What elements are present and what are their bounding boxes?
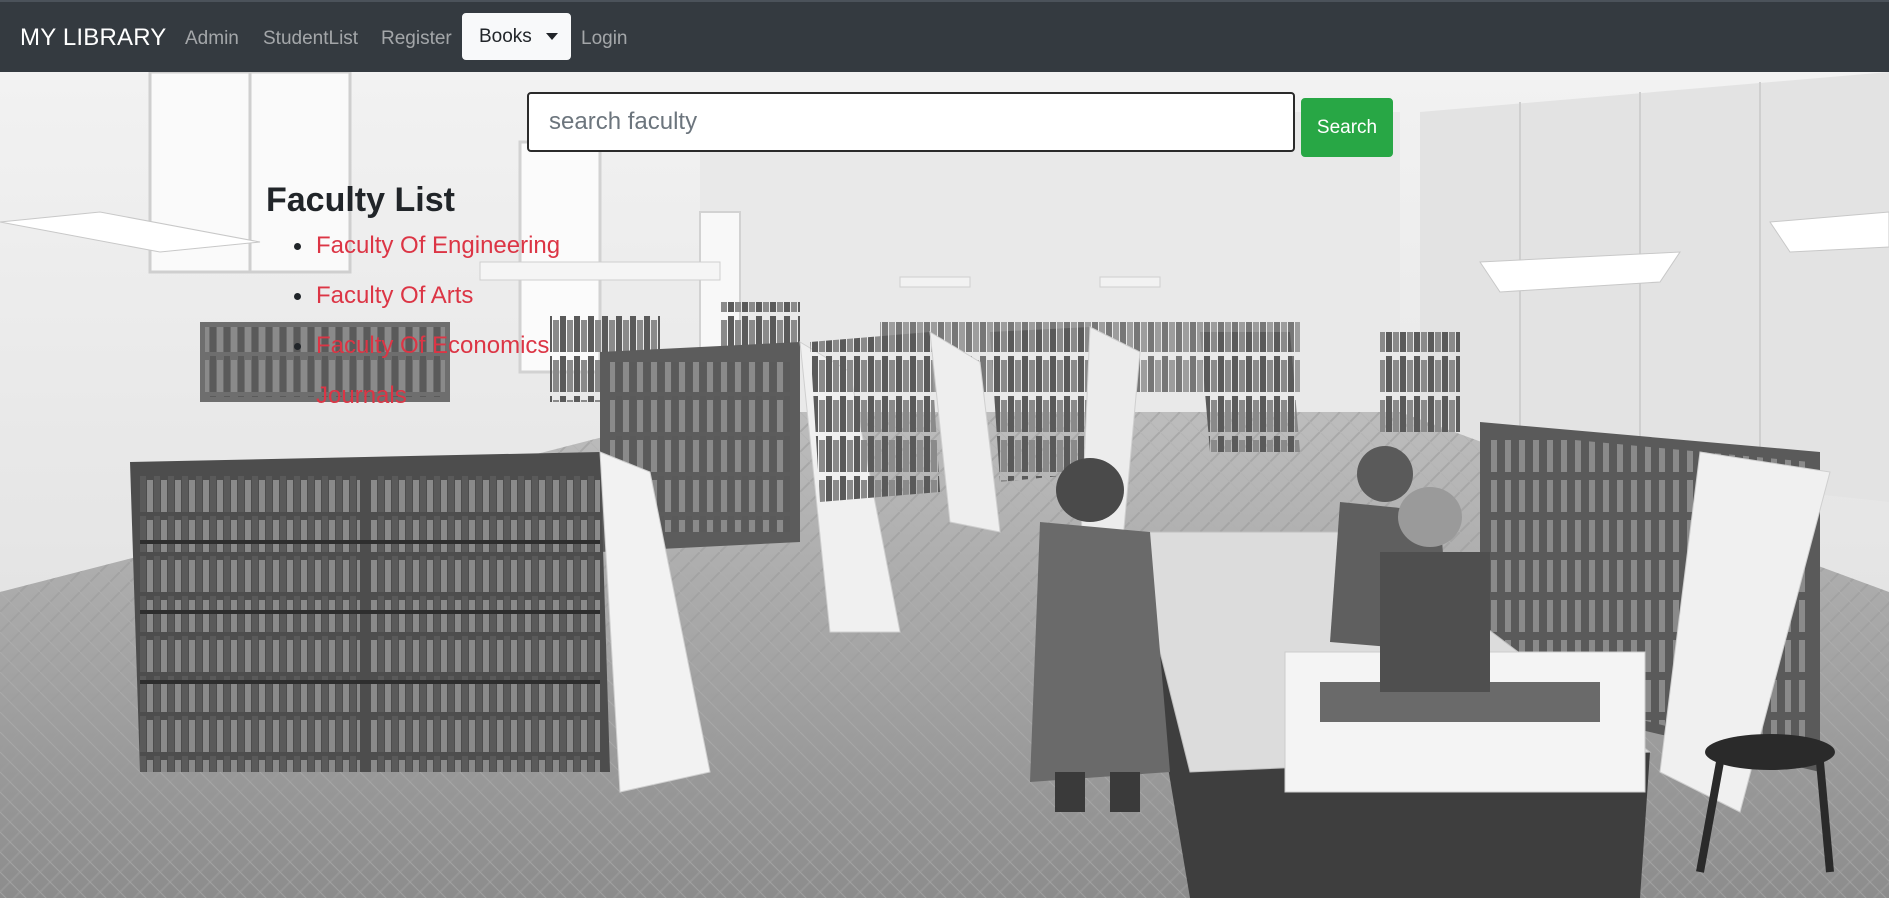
books-dropdown-label: Books bbox=[479, 25, 532, 47]
faculty-list: Faculty Of Engineering Faculty Of Arts F… bbox=[268, 228, 560, 428]
bullet-icon bbox=[294, 243, 301, 250]
nav-admin-link[interactable]: Admin bbox=[185, 28, 239, 50]
search-button[interactable]: Search bbox=[1301, 98, 1393, 157]
faculty-list-title: Faculty List bbox=[266, 181, 455, 219]
search-faculty-input[interactable] bbox=[527, 92, 1295, 152]
nav-studentlist-link[interactable]: StudentList bbox=[263, 28, 358, 50]
faculty-economics-link[interactable]: Faculty Of Economics bbox=[316, 332, 549, 359]
brand-link[interactable]: MY LIBRARY bbox=[20, 24, 167, 52]
nav-login-link[interactable]: Login bbox=[581, 28, 628, 50]
faculty-engineering-link[interactable]: Faculty Of Engineering bbox=[316, 232, 560, 259]
list-item: Faculty Of Engineering bbox=[268, 228, 560, 278]
list-item: Journals bbox=[268, 378, 560, 428]
faculty-arts-link[interactable]: Faculty Of Arts bbox=[316, 282, 473, 309]
bullet-icon bbox=[294, 343, 301, 350]
nav-register-link[interactable]: Register bbox=[381, 28, 452, 50]
caret-down-icon bbox=[545, 33, 558, 40]
top-navbar: MY LIBRARY Admin StudentList Register Bo… bbox=[0, 0, 1889, 72]
journals-link[interactable]: Journals bbox=[316, 382, 407, 409]
list-item: Faculty Of Economics bbox=[268, 328, 560, 378]
list-item: Faculty Of Arts bbox=[268, 278, 560, 328]
bullet-icon bbox=[294, 293, 301, 300]
books-dropdown-button[interactable]: Books bbox=[462, 13, 571, 60]
